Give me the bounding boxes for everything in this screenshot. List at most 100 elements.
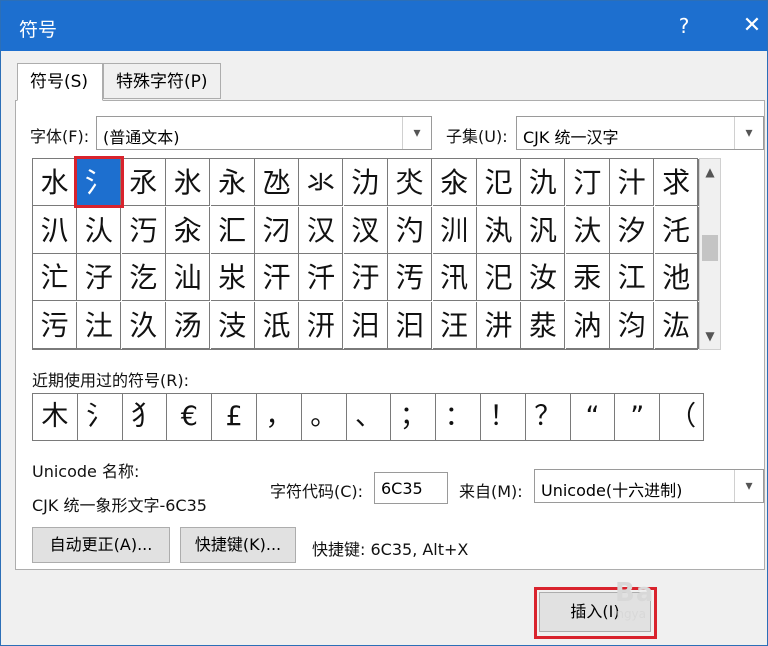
font-value: (普通文本) [103, 128, 180, 147]
subset-dropdown[interactable]: CJK 统一汉字 ▾ [516, 116, 764, 150]
from-dropdown[interactable]: Unicode(十六进制) ▾ [534, 469, 764, 503]
symbol-cell[interactable]: 汔 [121, 254, 166, 301]
symbol-cell[interactable]: 汀 [565, 159, 610, 206]
symbol-cell[interactable]: 汁 [610, 159, 655, 206]
symbol-cell[interactable]: 汢 [77, 301, 122, 349]
recent-symbol-cell[interactable]: ？ [526, 394, 571, 440]
symbol-cell[interactable]: 汑 [654, 206, 699, 254]
symbol-cell[interactable]: 池 [654, 254, 699, 301]
chevron-down-icon: ▾ [734, 470, 763, 502]
symbol-cell[interactable]: 汞 [565, 254, 610, 301]
recent-symbol-cell[interactable]: ： [436, 394, 481, 440]
recent-symbols-grid[interactable]: 木氵犭 € £，。、；：！？ “” （ [32, 393, 704, 441]
symbol-cell[interactable]: 水 [33, 159, 77, 206]
symbol-cell[interactable]: 氶 [121, 159, 166, 206]
symbol-cell[interactable]: 汉 [299, 206, 344, 254]
symbol-cell[interactable]: 汣 [121, 301, 166, 349]
symbol-cell[interactable]: 汆 [166, 206, 211, 254]
recent-symbol-cell[interactable]: 、 [347, 394, 392, 440]
recent-symbol-cell[interactable]: 木 [33, 394, 78, 440]
symbol-cell[interactable]: 汛 [432, 254, 477, 301]
scroll-down-icon[interactable]: ▼ [700, 327, 720, 345]
symbol-cell[interactable]: 永 [210, 159, 255, 206]
symbol-cell[interactable]: 汖 [210, 254, 255, 301]
symbol-cell[interactable]: 汕 [166, 254, 211, 301]
recent-symbol-cell[interactable]: 犭 [123, 394, 168, 440]
symbol-cell[interactable]: 汦 [255, 301, 299, 349]
symbol-cell[interactable]: 氿 [521, 159, 566, 206]
symbol-cell[interactable]: 氻 [343, 159, 388, 206]
symbol-cell[interactable]: 汍 [477, 206, 521, 254]
symbol-cell[interactable]: 汨 [343, 301, 388, 349]
tab-special-characters[interactable]: 特殊字符(P) [103, 63, 221, 99]
help-button[interactable]: ? [669, 11, 699, 41]
recent-symbol-cell[interactable]: € [167, 394, 213, 440]
recent-symbol-cell[interactable]: “ [571, 394, 616, 440]
symbol-cell[interactable]: 氾 [477, 159, 521, 206]
watermark-logo: Ba [615, 578, 655, 608]
recent-symbol-cell[interactable]: £ [212, 394, 257, 440]
symbol-cell[interactable]: 汥 [210, 301, 255, 349]
symbol-cell[interactable]: 江 [610, 254, 655, 301]
symbols-panel: 字体(F): (普通文本) ▾ 子集(U): CJK 统一汉字 ▾ 水氵氶氷永氹… [15, 100, 765, 570]
symbol-cell[interactable]: 汝 [521, 254, 566, 301]
symbol-cell[interactable]: 汤 [166, 301, 211, 349]
symbol-cell[interactable]: 汪 [432, 301, 477, 349]
symbol-grid[interactable]: 水氵氶氷永氹氺氻氼氽氾氿汀汁求汃汄汅汆汇汈汉汊汋汌汍汎汏汐汑汒汓汔汕汖汗汘汙汚汛… [32, 158, 699, 350]
recent-symbol-cell[interactable]: ” [615, 394, 661, 440]
symbol-cell[interactable]: 汗 [255, 254, 299, 301]
symbol-cell[interactable]: 汘 [299, 254, 344, 301]
symbol-cell[interactable]: 求 [654, 159, 699, 206]
grid-scrollbar[interactable]: ▲ ▼ [699, 158, 721, 350]
recent-symbol-cell[interactable]: 。 [302, 394, 347, 440]
symbol-cell[interactable]: 氹 [255, 159, 299, 206]
symbol-cell[interactable]: 汚 [388, 254, 433, 301]
symbol-cell[interactable]: 汌 [432, 206, 477, 254]
symbol-cell[interactable]: 氽 [432, 159, 477, 206]
close-button[interactable]: ✕ [737, 11, 767, 41]
symbol-cell[interactable]: 氷 [166, 159, 211, 206]
symbol-cell[interactable]: 汜 [477, 254, 521, 301]
char-code-value: 6C35 [381, 479, 423, 498]
recent-symbol-cell[interactable]: 氵 [78, 394, 123, 440]
autocorrect-button[interactable]: 自动更正(A)... [32, 527, 170, 563]
recent-symbol-cell[interactable]: ！ [481, 394, 526, 440]
symbol-cell[interactable]: 汇 [210, 206, 255, 254]
symbol-cell[interactable]: 汯 [654, 301, 699, 349]
recent-symbol-cell[interactable]: （ [660, 394, 705, 440]
symbol-cell[interactable]: 汒 [33, 254, 77, 301]
symbol-cell[interactable]: 汋 [388, 206, 433, 254]
symbol-cell[interactable]: 汫 [477, 301, 521, 349]
title-bar[interactable]: 符号 ? ✕ [1, 1, 767, 51]
symbol-cell[interactable]: 汎 [521, 206, 566, 254]
font-dropdown[interactable]: (普通文本) ▾ [96, 116, 432, 150]
dialog-title: 符号 [19, 19, 58, 41]
scrollbar-thumb[interactable] [702, 235, 718, 261]
symbol-cell[interactable]: 汓 [77, 254, 122, 301]
symbol-cell[interactable]: 汈 [255, 206, 299, 254]
symbol-cell[interactable]: 污 [33, 301, 77, 349]
symbol-cell[interactable]: 氵 [77, 159, 122, 206]
recent-symbol-cell[interactable]: ， [257, 394, 302, 440]
symbol-cell[interactable]: 汬 [521, 301, 566, 349]
symbol-cell[interactable]: 汐 [610, 206, 655, 254]
recent-symbol-cell[interactable]: ； [391, 394, 437, 440]
symbol-cell[interactable]: 汮 [610, 301, 655, 349]
shortcut-key-button[interactable]: 快捷键(K)... [180, 527, 296, 563]
symbol-cell[interactable]: 汩 [388, 301, 433, 349]
char-code-field[interactable]: 6C35 [374, 472, 448, 504]
subset-value: CJK 统一汉字 [523, 128, 619, 147]
symbol-cell[interactable]: 氺 [299, 159, 344, 206]
symbol-cell[interactable]: 汙 [343, 254, 388, 301]
font-label: 字体(F): [30, 127, 90, 146]
symbol-cell[interactable]: 汊 [343, 206, 388, 254]
symbol-cell[interactable]: 汧 [299, 301, 344, 349]
tab-symbols[interactable]: 符号(S) [17, 63, 103, 101]
symbol-cell[interactable]: 汃 [33, 206, 77, 254]
symbol-cell[interactable]: 汭 [565, 301, 610, 349]
symbol-cell[interactable]: 氼 [388, 159, 433, 206]
symbol-cell[interactable]: 汏 [565, 206, 610, 254]
symbol-cell[interactable]: 汄 [77, 206, 122, 254]
symbol-cell[interactable]: 汅 [121, 206, 166, 254]
scroll-up-icon[interactable]: ▲ [700, 163, 720, 181]
